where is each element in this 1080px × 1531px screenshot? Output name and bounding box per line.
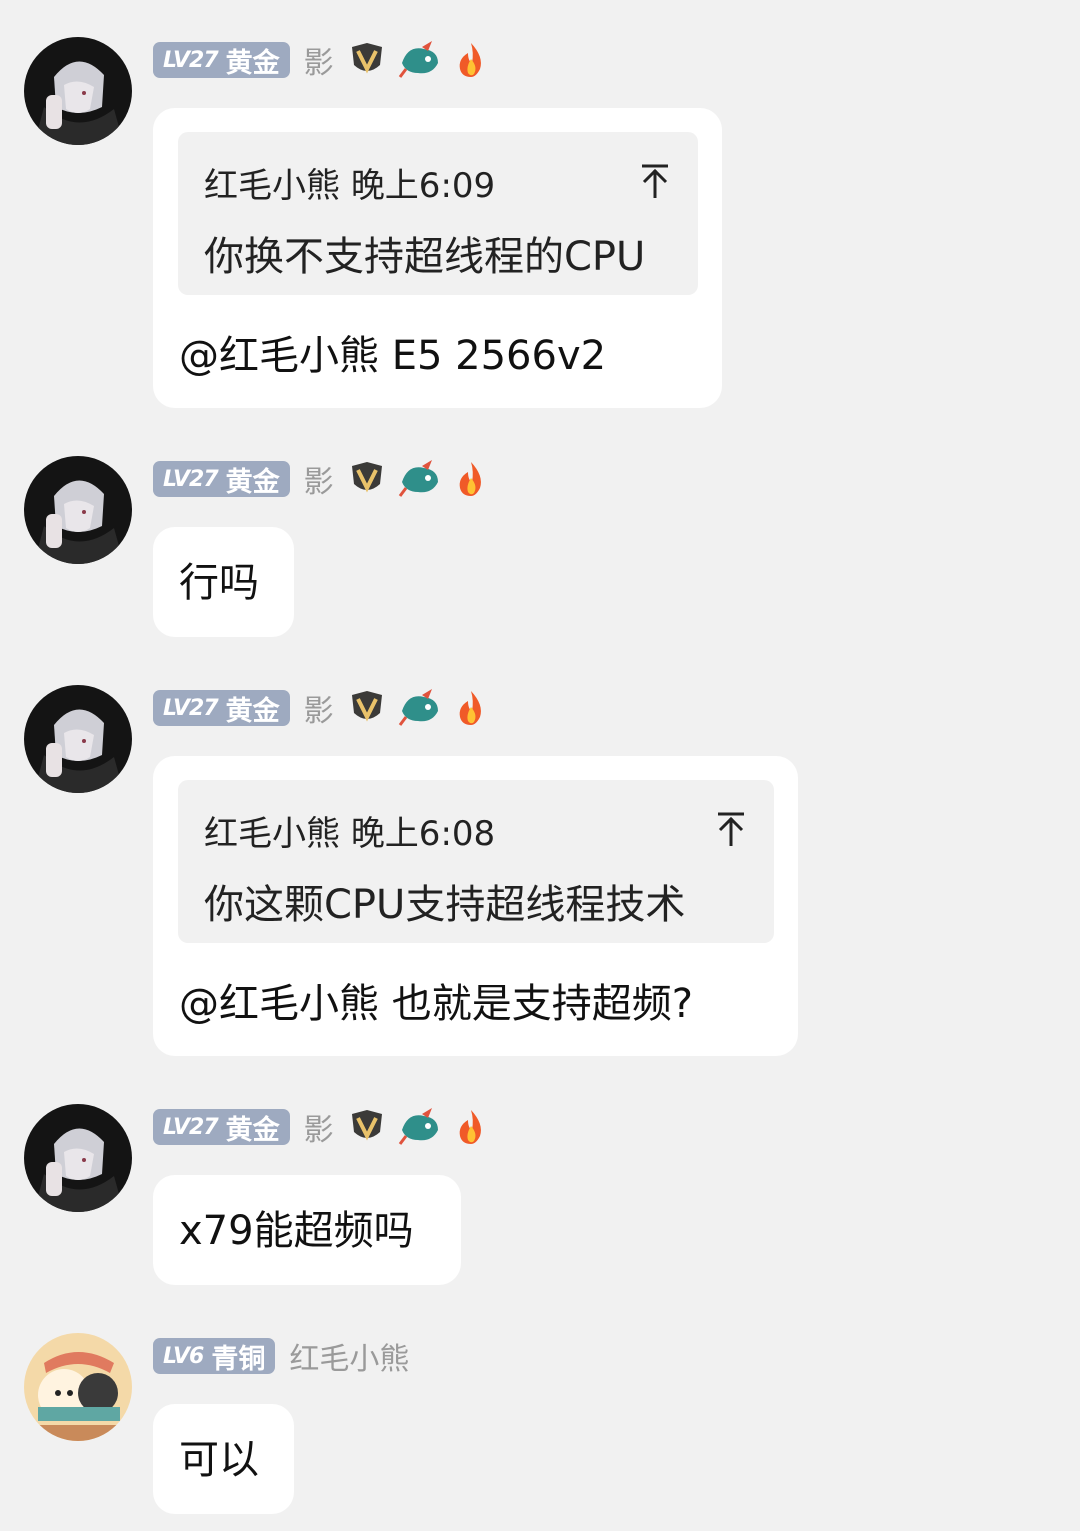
fire-icon[interactable] (454, 1108, 488, 1146)
medal-icons (348, 41, 488, 79)
quoted-message[interactable]: 红毛小熊 晚上6:09 你换不支持超线程的CPU (178, 132, 698, 295)
level-badge: LV27 黄金 (153, 690, 290, 727)
message-bubble[interactable]: x79能超频吗 (153, 1175, 461, 1285)
fire-icon[interactable] (454, 41, 488, 79)
vip-shield-icon[interactable] (348, 41, 386, 79)
level-badge: LV27 黄金 (153, 42, 290, 79)
nickname[interactable]: 红毛小熊 (289, 1334, 409, 1378)
quote-time: 晚上6:08 (350, 814, 496, 854)
message-bubble[interactable]: 红毛小熊 晚上6:08 你这颗CPU支持超线程技术 @红毛小熊 也就是支持超频? (153, 756, 798, 1056)
quote-meta: 红毛小熊 晚上6:08 (204, 806, 495, 855)
rank-label: 黄金 (225, 695, 280, 727)
rank-label: 黄金 (225, 1114, 280, 1146)
level-badge: LV6 青铜 (153, 1338, 276, 1375)
quote-meta: 红毛小熊 晚上6:09 (204, 158, 495, 207)
avatar[interactable] (24, 456, 132, 564)
message-text: @红毛小熊 E5 2566v2 (179, 333, 607, 379)
quote-time: 晚上6:09 (350, 166, 496, 206)
vip-shield-icon[interactable] (348, 460, 386, 498)
quoted-message[interactable]: 红毛小熊 晚上6:08 你这颗CPU支持超线程技术 (178, 780, 774, 943)
quote-author: 红毛小熊 (204, 166, 340, 206)
rank-label: 黄金 (225, 466, 280, 498)
jump-to-original-icon[interactable] (638, 162, 672, 200)
message-bubble[interactable]: 行吗 (153, 527, 294, 637)
message-header: LV27 黄金 影 (153, 38, 488, 82)
avatar[interactable] (24, 1104, 132, 1212)
nickname[interactable]: 影 (304, 457, 334, 501)
medal-icons (348, 1108, 488, 1146)
quote-author: 红毛小熊 (204, 814, 340, 854)
message-text: 可以 (179, 1437, 259, 1483)
medal-icons (348, 460, 488, 498)
message-header: LV6 青铜 红毛小熊 (153, 1334, 409, 1378)
message-text: 行吗 (179, 560, 259, 606)
avatar[interactable] (24, 685, 132, 793)
level-label: LV27 (163, 47, 219, 73)
level-label: LV27 (163, 466, 219, 492)
quote-text: 你这颗CPU支持超线程技术 (204, 882, 686, 928)
dragon-icon[interactable] (398, 689, 442, 727)
level-badge: LV27 黄金 (153, 1109, 290, 1146)
message-text: x79能超频吗 (179, 1208, 414, 1254)
vip-shield-icon[interactable] (348, 689, 386, 727)
fire-icon[interactable] (454, 689, 488, 727)
avatar[interactable] (24, 37, 132, 145)
jump-to-original-icon[interactable] (714, 810, 748, 848)
nickname[interactable]: 影 (304, 686, 334, 730)
fire-icon[interactable] (454, 460, 488, 498)
message-header: LV27 黄金 影 (153, 1105, 488, 1149)
message-text: @红毛小熊 也就是支持超频? (179, 981, 693, 1027)
nickname[interactable]: 影 (304, 1105, 334, 1149)
rank-label: 青铜 (211, 1343, 266, 1375)
dragon-icon[interactable] (398, 460, 442, 498)
level-badge: LV27 黄金 (153, 461, 290, 498)
vip-shield-icon[interactable] (348, 1108, 386, 1146)
level-label: LV27 (163, 695, 219, 721)
message-bubble[interactable]: 可以 (153, 1404, 294, 1514)
avatar[interactable] (24, 1333, 132, 1441)
message-header: LV27 黄金 影 (153, 457, 488, 501)
message-bubble[interactable]: 红毛小熊 晚上6:09 你换不支持超线程的CPU @红毛小熊 E5 2566v2 (153, 108, 722, 408)
message-header: LV27 黄金 影 (153, 686, 488, 730)
quote-text: 你换不支持超线程的CPU (204, 234, 646, 280)
level-label: LV6 (163, 1343, 204, 1369)
rank-label: 黄金 (225, 47, 280, 79)
medal-icons (348, 689, 488, 727)
level-label: LV27 (163, 1114, 219, 1140)
dragon-icon[interactable] (398, 41, 442, 79)
nickname[interactable]: 影 (304, 38, 334, 82)
dragon-icon[interactable] (398, 1108, 442, 1146)
